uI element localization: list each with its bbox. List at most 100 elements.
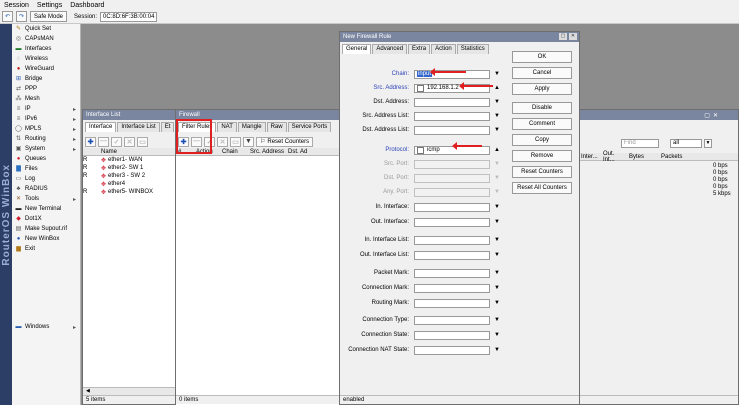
tab-mangle[interactable]: Mangle	[237, 122, 266, 132]
close-icon[interactable]: ✕	[713, 112, 718, 119]
remove-icon[interactable]: —	[98, 136, 109, 147]
scroll-left-icon[interactable]: ◀	[83, 387, 176, 395]
protocol-negate-checkbox[interactable]	[417, 146, 424, 154]
name-column-header[interactable]: Name	[101, 149, 117, 155]
enable-icon[interactable]: ✓	[111, 136, 122, 147]
out-interface-list-field[interactable]	[414, 250, 490, 260]
src-address-negate-checkbox[interactable]	[417, 84, 424, 92]
comment-button[interactable]: Comment	[512, 118, 572, 130]
connection-nat-state-field[interactable]	[414, 345, 490, 355]
sidebar-item-bridge[interactable]: ⊞ Bridge	[12, 74, 80, 84]
sidebar-item-mesh[interactable]: ⁂ Mesh	[12, 94, 80, 104]
dropdown-icon[interactable]: ▼	[494, 285, 500, 291]
tab-general[interactable]: General	[342, 44, 372, 54]
dialog-restore-icon[interactable]: ▢	[559, 33, 567, 40]
dropdown-icon[interactable]: ▼	[494, 347, 500, 353]
dropdown-icon[interactable]: ▼	[494, 189, 500, 195]
apply-button[interactable]: Apply	[512, 83, 572, 95]
sidebar-item-wireguard[interactable]: ● WireGuard	[12, 64, 80, 74]
packet-mark-field[interactable]	[414, 268, 490, 278]
sidebar-item-queues[interactable]: ● Queues	[12, 154, 80, 164]
sidebar-item-log[interactable]: ▭ Log	[12, 174, 80, 184]
dropdown-icon[interactable]: ▼	[494, 204, 500, 210]
tab-interface[interactable]: Interface	[85, 122, 117, 132]
dst-address-field[interactable]	[414, 97, 490, 107]
connection-state-field[interactable]	[414, 330, 490, 340]
in-interface-list-field[interactable]	[414, 235, 490, 245]
tab-nat[interactable]: NAT	[217, 122, 237, 132]
out-interface-field[interactable]	[414, 217, 490, 227]
sidebar-item-dot1x[interactable]: ◆ Dot1X	[12, 214, 80, 224]
tab-raw[interactable]: Raw	[266, 122, 287, 132]
dropdown-icon[interactable]: ▼	[494, 300, 500, 306]
connection-mark-field[interactable]	[414, 283, 490, 293]
disable-icon[interactable]: ✕	[124, 136, 135, 147]
sidebar-item-mpls[interactable]: ◯ MPLS ▸	[12, 124, 80, 134]
dialog-close-icon[interactable]: ✕	[569, 33, 577, 40]
tab-et[interactable]: Et	[160, 122, 175, 132]
sidebar-item-new-terminal[interactable]: ▬ New Terminal	[12, 204, 80, 214]
table-row[interactable]: ✥ ether4	[83, 180, 176, 188]
tab-interface-list[interactable]: Interface List	[117, 122, 160, 132]
column-header[interactable]: Inter...	[579, 154, 601, 160]
dropdown-icon[interactable]: ▼	[494, 175, 500, 181]
in-interface-field[interactable]	[414, 202, 490, 212]
ok-button[interactable]: OK	[512, 51, 572, 63]
sidebar-item-exit[interactable]: ▆ Exit	[12, 244, 80, 254]
tab-statistics[interactable]: Statistics	[456, 44, 489, 54]
filter-select[interactable]: all	[670, 139, 702, 148]
tab-action[interactable]: Action	[431, 44, 456, 54]
redo-button[interactable]: ↷	[16, 11, 27, 22]
column-header[interactable]: Src. Address	[248, 149, 286, 155]
tab-service-ports[interactable]: Service Ports	[287, 122, 332, 132]
copy-button[interactable]: Copy	[512, 134, 572, 146]
sidebar-item-new-winbox[interactable]: ● New WinBox	[12, 234, 80, 244]
disable-button[interactable]: Disable	[512, 102, 572, 114]
column-header[interactable]: Bytes	[627, 154, 659, 160]
tab-extra[interactable]: Extra	[408, 44, 431, 54]
table-row[interactable]: R ✥ ether5- WINBOX	[83, 188, 176, 196]
table-row[interactable]: R ✥ ether3 - SW 2	[83, 172, 176, 180]
collapse-icon[interactable]: ▲	[494, 85, 500, 91]
dropdown-icon[interactable]: ▼	[494, 237, 500, 243]
menu-session[interactable]: Session	[0, 2, 33, 9]
safe-mode-button[interactable]: Safe Mode	[30, 11, 68, 22]
comment-icon[interactable]: ▭	[137, 136, 148, 147]
column-header[interactable]: Chain	[220, 149, 248, 155]
sidebar-item-files[interactable]: ▇ Files	[12, 164, 80, 174]
table-row[interactable]: R ✥ ether2- SW 1	[83, 164, 176, 172]
dropdown-icon[interactable]: ▼	[494, 219, 500, 225]
connection-type-field[interactable]	[414, 315, 490, 325]
dropdown-icon[interactable]: ▼	[494, 332, 500, 338]
column-header[interactable]: Out. Int...	[601, 151, 627, 163]
add-icon[interactable]: ✚	[85, 136, 96, 147]
reset-counters-button[interactable]: ⚐ Reset Counters	[256, 136, 314, 147]
sidebar-item-ppp[interactable]: ⇄ PPP	[12, 84, 80, 94]
tab-advanced[interactable]: Advanced	[372, 44, 408, 54]
reset-all-counters-button[interactable]: Reset All Counters	[512, 182, 572, 194]
routing-mark-field[interactable]	[414, 298, 490, 308]
disable-rule-icon[interactable]: ✕	[217, 136, 228, 147]
dropdown-icon[interactable]: ▼	[494, 71, 500, 77]
remove-button[interactable]: Remove	[512, 150, 572, 162]
sidebar-item-ipv6[interactable]: ≡ IPv6 ▸	[12, 114, 80, 124]
sidebar-item-interfaces[interactable]: ▬ Interfaces	[12, 44, 80, 54]
dropdown-icon[interactable]: ▼	[494, 252, 500, 258]
sidebar-item-quick-set[interactable]: ✎ Quick Set	[12, 24, 80, 34]
filter-icon[interactable]: ▼	[243, 136, 254, 147]
sidebar-item-ip[interactable]: ≡ IP ▸	[12, 104, 80, 114]
cancel-button[interactable]: Cancel	[512, 67, 572, 79]
dropdown-icon[interactable]: ▼	[494, 161, 500, 167]
dst-address-list-field[interactable]	[414, 125, 490, 135]
sidebar-item-radius[interactable]: ♣ RADIUS	[12, 184, 80, 194]
restore-icon[interactable]: ▢	[704, 112, 710, 119]
column-header[interactable]: Packets	[659, 154, 693, 160]
src-address-list-field[interactable]	[414, 111, 490, 121]
dropdown-icon[interactable]: ▼	[494, 317, 500, 323]
filter-select-dropdown-icon[interactable]: ▼	[704, 139, 712, 148]
dropdown-icon[interactable]: ▼	[494, 270, 500, 276]
sidebar-item-capsman[interactable]: ◎ CAPsMAN	[12, 34, 80, 44]
sidebar-item-wireless[interactable]: ◌ Wireless	[12, 54, 80, 64]
dropdown-icon[interactable]: ▼	[494, 113, 500, 119]
reset-counters-button[interactable]: Reset Counters	[512, 166, 572, 178]
